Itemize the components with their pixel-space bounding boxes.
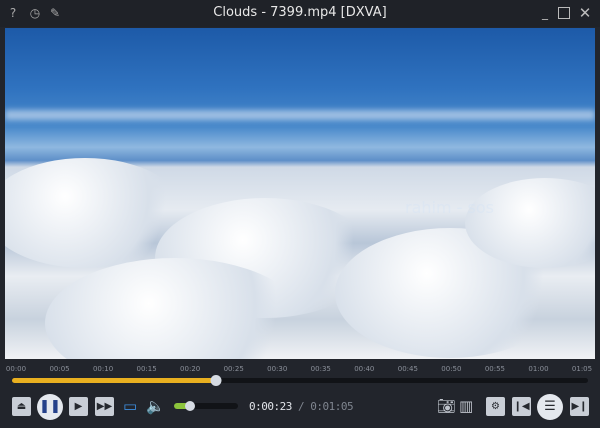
timeline-tick: 00:25 (223, 365, 244, 373)
volume-icon[interactable]: 🔈 (146, 397, 165, 416)
timeline-tick: 01:00 (528, 365, 549, 373)
volume-handle[interactable] (185, 401, 195, 411)
previous-button[interactable]: ❙◀ (512, 397, 531, 416)
maximize-button[interactable] (558, 7, 570, 19)
timeline-tick: 00:15 (136, 365, 157, 373)
video-area[interactable]: rahim - sos (5, 28, 595, 359)
pause-button[interactable]: ❚❚ (37, 394, 63, 420)
playlist-button[interactable]: ☰ (537, 394, 563, 420)
film-icon[interactable]: ▥ (459, 397, 473, 416)
timeline-tick: 00:40 (354, 365, 375, 373)
next-button[interactable]: ▶❙ (570, 397, 589, 416)
fast-forward-button[interactable]: ▶▶ (95, 397, 114, 416)
timeline-tick: 00:55 (484, 365, 506, 373)
eject-button[interactable]: ⏏ (12, 397, 31, 416)
control-bar: 00:00 00:05 00:10 00:15 00:20 00:25 00:30 00:35… (0, 359, 600, 428)
step-forward-button[interactable]: ▶ (69, 397, 88, 416)
minimize-button[interactable]: _ (538, 6, 552, 20)
subtitle-icon[interactable]: ▭ (123, 397, 137, 416)
timeline-tick: 00:20 (180, 365, 201, 373)
volume-slider[interactable] (174, 403, 238, 409)
seek-bar[interactable] (12, 378, 588, 383)
total-time: 0:01:05 (310, 400, 354, 413)
timeline-tick: 00:45 (397, 365, 418, 373)
timeline-tick: 00:50 (441, 365, 462, 373)
timeline-tick: 00:35 (310, 365, 331, 373)
time-display: 0:00:23 / 0:01:05 (249, 400, 354, 413)
title-bar: ? ◷ ✎ Clouds - 7399.mp4 [DXVA] _ ✕ (0, 0, 600, 27)
seek-handle[interactable] (210, 375, 222, 386)
seek-progress (12, 378, 216, 383)
settings-button[interactable]: ⚙ (486, 397, 505, 416)
timeline-tick: 00:30 (267, 365, 288, 373)
time-separator: / (297, 400, 305, 413)
timeline-tick: 01:05 (571, 365, 593, 373)
camera-icon[interactable]: 📷︎ (437, 397, 456, 416)
window-title: Clouds - 7399.mp4 [DXVA] (213, 5, 387, 20)
timeline-tick: 00:00 (5, 365, 27, 373)
current-time: 0:00:23 (249, 400, 292, 413)
timeline-tick: 00:10 (92, 365, 114, 373)
sky-haze (5, 110, 595, 120)
timeline-tick: 00:05 (49, 365, 70, 373)
watermark: rahim - sos (405, 198, 494, 217)
close-button[interactable]: ✕ (578, 6, 592, 21)
